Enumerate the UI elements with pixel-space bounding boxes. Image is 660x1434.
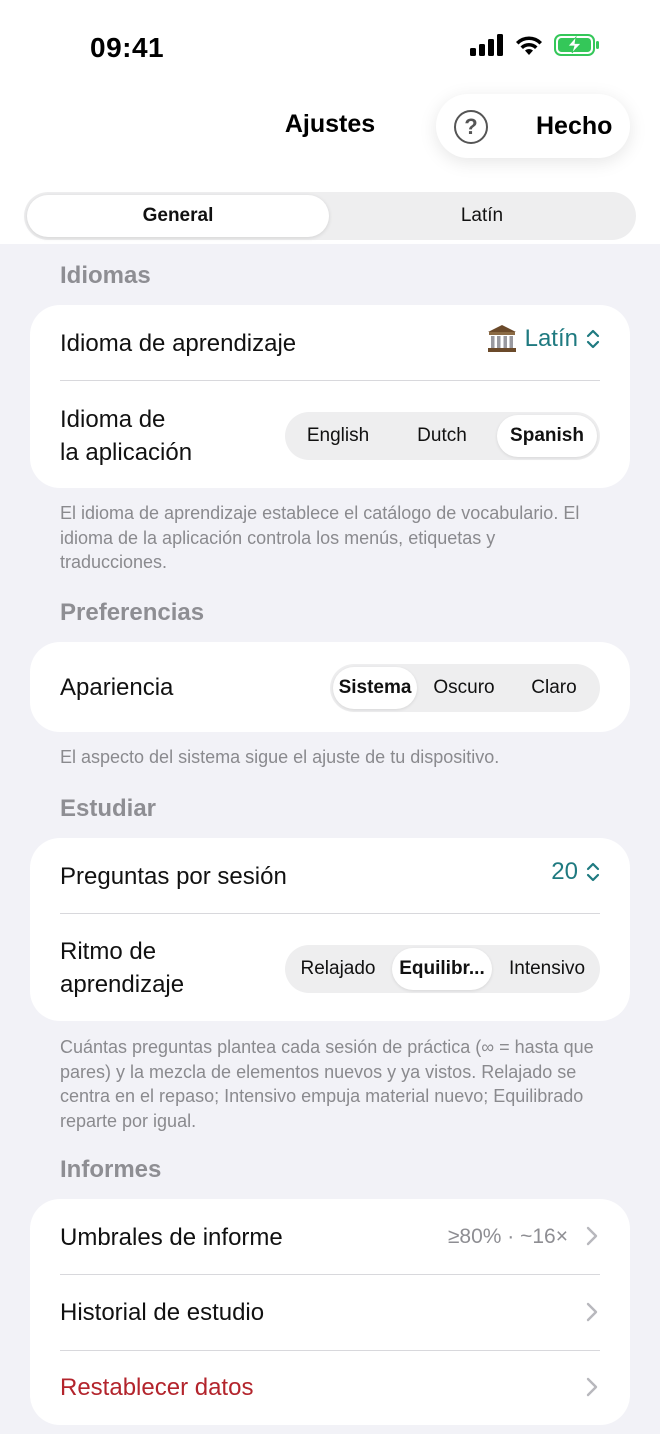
thresholds-row[interactable]: Umbrales de informe ≥80% · ~16×	[30, 1199, 630, 1274]
card-idiomas: Idioma de aprendizaje Latín Idioma de la…	[30, 305, 630, 488]
columns-building-icon	[487, 325, 516, 352]
appearance-option-oscuro[interactable]: Oscuro	[421, 667, 507, 709]
nav-actions: ? Hecho	[436, 94, 630, 158]
learning-language-picker[interactable]: Latín	[487, 325, 600, 353]
thresholds-value: ≥80% · ~16×	[447, 1225, 568, 1248]
chevron-up-down-icon	[586, 862, 600, 882]
status-icons	[470, 34, 600, 56]
preferencias-footnote: El aspecto del sistema sigue el ajuste d…	[60, 747, 500, 767]
chevron-right-icon	[586, 1377, 598, 1397]
pace-option-intensivo[interactable]: Intensivo	[497, 948, 597, 990]
header-area: 09:41 Ajustes ? Hecho General Latín	[0, 0, 660, 244]
chevron-right-icon	[586, 1226, 598, 1246]
app-language-label: Idioma de la aplicación	[60, 403, 192, 469]
app-language-option-spanish[interactable]: Spanish	[497, 415, 597, 457]
thresholds-label: Umbrales de informe	[60, 1224, 283, 1251]
section-title-preferencias: Preferencias	[60, 599, 205, 626]
tab-bar: General Latín	[24, 192, 636, 240]
wifi-icon	[516, 36, 542, 55]
status-bar: 09:41	[0, 0, 660, 90]
section-title-estudiar: Estudiar	[60, 795, 157, 822]
study-history-row[interactable]: Historial de estudio	[30, 1275, 630, 1350]
questions-per-session-value: 20	[551, 858, 578, 885]
status-time: 09:41	[90, 32, 165, 63]
estudiar-footnote: Cuántas preguntas plantea cada sesión de…	[60, 1037, 594, 1131]
app-language-label-line1: Idioma de	[60, 406, 166, 433]
pace-label-line2: aprendizaje	[60, 971, 185, 998]
card-preferencias: Apariencia Sistema Oscuro Claro	[30, 642, 630, 732]
divider	[60, 913, 600, 914]
appearance-option-claro[interactable]: Claro	[511, 667, 597, 709]
cellular-icon	[470, 34, 503, 56]
app-language-option-dutch[interactable]: Dutch	[392, 415, 492, 457]
app-language-label-line2: la aplicación	[60, 439, 193, 466]
reset-data-row[interactable]: Restablecer datos	[30, 1351, 630, 1425]
pace-option-relajado[interactable]: Relajado	[288, 948, 388, 990]
reset-data-label: Restablecer datos	[60, 1374, 254, 1401]
questions-per-session-label: Preguntas por sesión	[60, 863, 287, 890]
appearance-label: Apariencia	[60, 674, 174, 701]
idiomas-footnote: El idioma de aprendizaje establece el ca…	[60, 503, 580, 572]
app-language-segmented: English Dutch Spanish	[285, 412, 600, 460]
chevron-up-down-icon	[586, 329, 600, 349]
section-title-informes: Informes	[60, 1156, 162, 1183]
card-estudiar: Preguntas por sesión 20 Ritmo de aprendi…	[30, 838, 630, 1021]
pace-segmented: Relajado Equilibr... Intensivo	[285, 945, 600, 993]
app-language-option-english[interactable]: English	[288, 415, 388, 457]
questions-per-session-picker[interactable]: 20	[551, 858, 600, 886]
battery-charging-icon	[554, 34, 599, 56]
learning-language-label: Idioma de aprendizaje	[60, 330, 297, 357]
pace-label-line1: Ritmo de	[60, 938, 157, 965]
divider	[60, 380, 600, 381]
learning-language-value: Latín	[524, 325, 578, 352]
chevron-right-icon	[586, 1302, 598, 1322]
appearance-segmented: Sistema Oscuro Claro	[330, 664, 600, 712]
help-icon[interactable]: ?	[454, 110, 488, 144]
tab-general[interactable]: General	[27, 195, 329, 237]
section-title-idiomas: Idiomas	[60, 262, 151, 289]
study-history-label: Historial de estudio	[60, 1299, 265, 1326]
tab-latin[interactable]: Latín	[331, 195, 633, 237]
pace-label: Ritmo de aprendizaje	[60, 935, 184, 1001]
done-button[interactable]: Hecho	[536, 112, 612, 141]
card-informes: Umbrales de informe ≥80% · ~16× Historia…	[30, 1199, 630, 1425]
pace-option-equilibrado[interactable]: Equilibr...	[392, 948, 492, 990]
appearance-option-sistema[interactable]: Sistema	[333, 667, 417, 709]
